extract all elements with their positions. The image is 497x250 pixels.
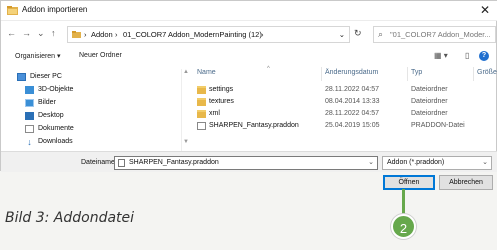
breadcrumb-separator: › xyxy=(115,30,118,39)
new-folder-button[interactable]: Neuer Ordner xyxy=(79,52,122,59)
file-date: 28.11.2022 04:57 xyxy=(325,110,379,117)
column-divider[interactable] xyxy=(407,67,408,81)
filename-bar: Dateiname: SHARPEN_Fantasy.praddon ⌄ Add… xyxy=(1,151,497,172)
search-input[interactable]: ⌕ "01_COLOR7 Addon_Moder... xyxy=(373,26,496,43)
sidebar-item-label: Bilder xyxy=(38,99,56,106)
refresh-icon[interactable]: ↻ xyxy=(354,28,362,39)
file-type: Dateiordner xyxy=(411,110,448,117)
sidebar-item-label: Dieser PC xyxy=(30,73,62,80)
file-name: SHARPEN_Fantasy.praddon xyxy=(209,122,299,129)
breadcrumb-separator: › xyxy=(84,30,87,39)
document-icon xyxy=(118,159,125,167)
preview-pane-icon[interactable]: ▯ xyxy=(465,51,469,60)
filename-field[interactable]: SHARPEN_Fantasy.praddon ⌄ xyxy=(114,156,378,170)
folder-icon xyxy=(197,98,206,106)
column-header-date[interactable]: Änderungsdatum xyxy=(325,69,378,76)
navigation-pane: Dieser PC 3D-Objekte Bilder Desktop Doku… xyxy=(1,69,181,151)
breadcrumb[interactable]: › Addon › 01_COLOR7 Addon_ModernPainting… xyxy=(67,26,350,43)
chevron-down-icon[interactable]: ⌄ xyxy=(482,158,488,166)
pictures-icon xyxy=(25,99,34,107)
title-bar: Addon importieren ✕ xyxy=(1,1,497,21)
desktop-icon xyxy=(25,112,34,120)
view-options-icon[interactable]: ▦ ▾ xyxy=(434,51,448,60)
column-divider[interactable] xyxy=(473,67,474,81)
file-type: Dateiordner xyxy=(411,86,448,93)
table-row[interactable]: SHARPEN_Fantasy.praddon 25.04.2019 15:05… xyxy=(189,121,497,132)
table-row[interactable]: xml 28.11.2022 04:57 Dateiordner xyxy=(189,109,497,120)
breadcrumb-separator: › xyxy=(261,30,264,39)
column-header-type[interactable]: Typ xyxy=(411,69,422,76)
recent-dropdown-icon[interactable]: ⌄ xyxy=(37,28,45,39)
file-date: 08.04.2014 13:33 xyxy=(325,98,380,105)
callout-badge: 2 xyxy=(391,214,416,239)
sidebar-item-label: Desktop xyxy=(38,112,64,119)
folder-app-icon xyxy=(7,6,18,15)
filter-value: Addon (*.praddon) xyxy=(387,159,445,166)
callout-connector xyxy=(402,189,405,217)
up-arrow-icon[interactable]: ↑ xyxy=(51,28,56,38)
file-name: textures xyxy=(209,98,234,105)
filename-label: Dateiname: xyxy=(81,159,117,166)
pc-icon xyxy=(17,73,26,81)
file-name: settings xyxy=(209,86,234,93)
chevron-down-icon[interactable]: ⌄ xyxy=(368,158,374,166)
chevron-down-icon[interactable]: ⌄ xyxy=(339,30,345,39)
sort-indicator-icon: ^ xyxy=(267,66,270,72)
screenshot-stage: Addon importieren ✕ ← → ⌄ ↑ › Addon › 01… xyxy=(0,0,497,250)
file-name: xml xyxy=(209,110,220,117)
sidebar-item-label: Dokumente xyxy=(38,125,74,132)
table-row[interactable]: settings 28.11.2022 04:57 Dateiordner xyxy=(189,85,497,96)
command-toolbar: Organisieren ▾ Neuer Ordner ▦ ▾ ▯ ? xyxy=(1,49,497,65)
folder-icon xyxy=(197,86,206,94)
figure-caption: Bild 3: Addondatei xyxy=(5,210,135,226)
file-open-dialog: Addon importieren ✕ ← → ⌄ ↑ › Addon › 01… xyxy=(0,0,497,172)
open-button[interactable]: Öffnen xyxy=(383,175,435,190)
forward-arrow-icon[interactable]: → xyxy=(22,28,31,38)
file-type: PRADDON-Datei xyxy=(411,122,465,129)
column-header-name[interactable]: Name xyxy=(197,69,216,76)
back-arrow-icon[interactable]: ← xyxy=(7,28,16,38)
navigation-scrollbar[interactable]: ▲ ▼ xyxy=(181,69,189,151)
close-icon[interactable]: ✕ xyxy=(480,3,490,17)
file-type: Dateiordner xyxy=(411,98,448,105)
column-divider[interactable] xyxy=(321,67,322,81)
breadcrumb-item-current[interactable]: 01_COLOR7 Addon_ModernPainting (12) xyxy=(123,30,262,39)
organize-button[interactable]: Organisieren ▾ xyxy=(15,52,61,60)
search-placeholder: "01_COLOR7 Addon_Moder... xyxy=(390,30,491,39)
breadcrumb-item-addon[interactable]: Addon xyxy=(91,30,113,39)
cancel-button[interactable]: Abbrechen xyxy=(439,175,493,190)
cube-icon xyxy=(25,86,34,94)
document-icon xyxy=(197,122,206,130)
folder-icon xyxy=(72,31,81,38)
sidebar-item-label: 3D-Objekte xyxy=(38,86,74,93)
sidebar-item-label: Downloads xyxy=(38,138,73,145)
download-icon: ↓ xyxy=(27,137,32,147)
filename-value: SHARPEN_Fantasy.praddon xyxy=(129,159,219,166)
file-date: 28.11.2022 04:57 xyxy=(325,86,379,93)
address-row: ← → ⌄ ↑ › Addon › 01_COLOR7 Addon_Modern… xyxy=(1,25,497,45)
file-list: ^ Name Änderungsdatum Typ Größe settings… xyxy=(189,66,497,151)
folder-icon xyxy=(197,110,206,118)
search-icon: ⌕ xyxy=(378,29,384,39)
window-title: Addon importieren xyxy=(22,5,88,14)
documents-icon xyxy=(25,125,34,133)
table-row[interactable]: textures 08.04.2014 13:33 Dateiordner xyxy=(189,97,497,108)
help-icon[interactable]: ? xyxy=(479,51,489,61)
column-header-size[interactable]: Größe xyxy=(477,69,497,76)
file-type-filter[interactable]: Addon (*.praddon) ⌄ xyxy=(382,156,492,170)
file-date: 25.04.2019 15:05 xyxy=(325,122,380,129)
